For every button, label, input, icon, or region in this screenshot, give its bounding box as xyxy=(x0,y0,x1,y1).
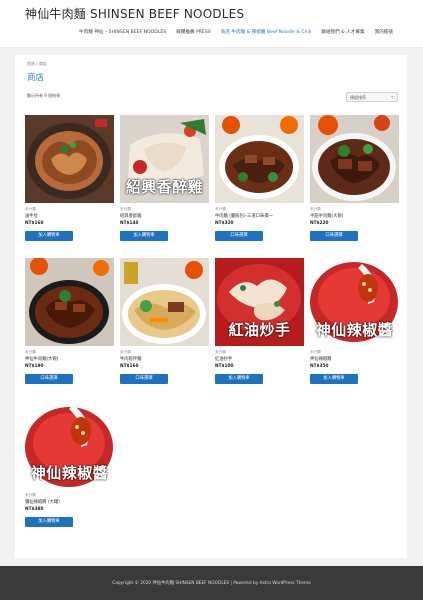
nav-item-press[interactable]: 媒體推薦 PRESS xyxy=(176,29,211,35)
product-category[interactable]: 未分類 xyxy=(120,350,131,355)
product-price: NT$220 xyxy=(310,221,329,226)
result-count: 顯示所有 9 個結果 xyxy=(27,93,61,98)
product-price: NT$350 xyxy=(310,364,329,369)
page: 神仙牛肉麵 SHINSEN BEEF NOODLES 牛肉麵 神仙 – SHIN… xyxy=(0,0,423,600)
product-image[interactable]: 神仙辣椒醬 xyxy=(25,401,114,489)
product-name[interactable]: 紹興香醉雞 xyxy=(120,213,141,219)
product-image[interactable]: 紅油炒手 xyxy=(215,258,304,346)
add-to-cart-button[interactable]: 加入購物車 xyxy=(215,374,263,384)
product-image-caption: 紹興香醉雞 xyxy=(125,178,204,196)
product-category[interactable]: 未分類 xyxy=(120,207,131,212)
add-to-cart-button[interactable]: 加入購物車 xyxy=(120,231,168,241)
footer-copyright: Copyright © 2020 神仙牛肉麵 SHINSEN BEEF NOOD… xyxy=(112,581,311,586)
nav-item-home[interactable]: 牛肉麵 神仙 – SHINSEN BEEF NOODLES xyxy=(79,29,166,35)
orderby-value: 預設排序 xyxy=(350,95,366,100)
choose-flavor-button[interactable]: 口味選擇 xyxy=(120,374,168,384)
product-name[interactable]: 神仙辣椒醬 xyxy=(310,356,331,362)
product-price: NT$160 xyxy=(25,221,44,226)
shop-content: 首頁 / 商店 商店 顯示所有 9 個結果 預設排序 ⌄ 未分類 滷牛肚 NT$… xyxy=(15,55,407,558)
product-price: NT$320 xyxy=(215,221,234,226)
chevron-down-icon: ⌄ xyxy=(390,94,394,99)
product-category[interactable]: 未分類 xyxy=(310,350,321,355)
product-image[interactable] xyxy=(25,115,114,203)
choose-flavor-button[interactable]: 口味選擇 xyxy=(25,374,73,384)
nav-item-contact[interactable]: 聯絡我們 & 人才募集 xyxy=(321,29,364,35)
product-price: NT$140 xyxy=(120,221,139,226)
breadcrumb[interactable]: 首頁 / 商店 xyxy=(27,61,47,67)
add-to-cart-button[interactable]: 加入購物車 xyxy=(25,231,73,241)
product-image[interactable]: 紹興香醉雞 xyxy=(120,115,209,203)
site-footer: Copyright © 2020 神仙牛肉麵 SHINSEN BEEF NOOD… xyxy=(0,566,423,600)
product-name[interactable]: 彌仙辣椒醬 (大罐) xyxy=(25,499,60,505)
product-name[interactable]: 紅油抄手 xyxy=(215,356,232,362)
main-nav: 牛肉麵 神仙 – SHINSEN BEEF NOODLES 媒體推薦 PRESS… xyxy=(79,29,393,35)
product-price: NT$380 xyxy=(25,507,44,512)
add-to-cart-button[interactable]: 加入購物車 xyxy=(25,517,73,527)
product-name[interactable]: 牛肉乾拌麵 xyxy=(120,356,141,362)
orderby-select[interactable]: 預設排序 ⌄ xyxy=(346,92,398,102)
product-image-caption: 神仙辣椒醬 xyxy=(315,321,394,339)
nav-item-account[interactable]: 我的帳號 xyxy=(375,29,393,35)
product-name[interactable]: 神仙牛肉麵(大碗) xyxy=(25,356,58,362)
product-price: NT$100 xyxy=(215,364,234,369)
add-to-cart-button[interactable]: 加入購物車 xyxy=(310,374,358,384)
site-title[interactable]: 神仙牛肉麵 SHINSEN BEEF NOODLES xyxy=(25,5,244,22)
product-image-caption: 紅油炒手 xyxy=(228,321,291,339)
product-image[interactable]: 神仙辣椒醬 xyxy=(310,258,399,346)
product-image-caption: 神仙辣椒醬 xyxy=(30,464,109,482)
product-category[interactable]: 未分類 xyxy=(25,207,36,212)
product-category[interactable]: 未分類 xyxy=(25,350,36,355)
product-category[interactable]: 未分類 xyxy=(215,350,226,355)
nav-item-shop[interactable]: 商店 牛肉麵 & 辣椒醬 Beef Noodle & Chili xyxy=(221,29,312,35)
product-category[interactable]: 未分類 xyxy=(25,493,36,498)
product-image[interactable] xyxy=(25,258,114,346)
product-category[interactable]: 未分類 xyxy=(310,207,321,212)
product-price: NT$160 xyxy=(120,364,139,369)
product-name[interactable]: 半筋半肉麵(大碗) xyxy=(310,213,343,219)
choose-flavor-button[interactable]: 口味選擇 xyxy=(215,231,263,241)
page-title: 商店 xyxy=(27,73,45,83)
product-image[interactable] xyxy=(310,115,399,203)
site-header: 神仙牛肉麵 SHINSEN BEEF NOODLES 牛肉麵 神仙 – SHIN… xyxy=(0,0,423,48)
product-category[interactable]: 未分類 xyxy=(215,207,226,212)
product-price: NT$190 xyxy=(25,364,44,369)
choose-flavor-button[interactable]: 口味選擇 xyxy=(310,231,358,241)
product-image[interactable] xyxy=(215,115,304,203)
product-name[interactable]: 滷牛肚 xyxy=(25,213,38,219)
product-image[interactable] xyxy=(120,258,209,346)
product-name[interactable]: 牛肉麵 (量販包)-三道口味擇一 xyxy=(215,213,273,219)
